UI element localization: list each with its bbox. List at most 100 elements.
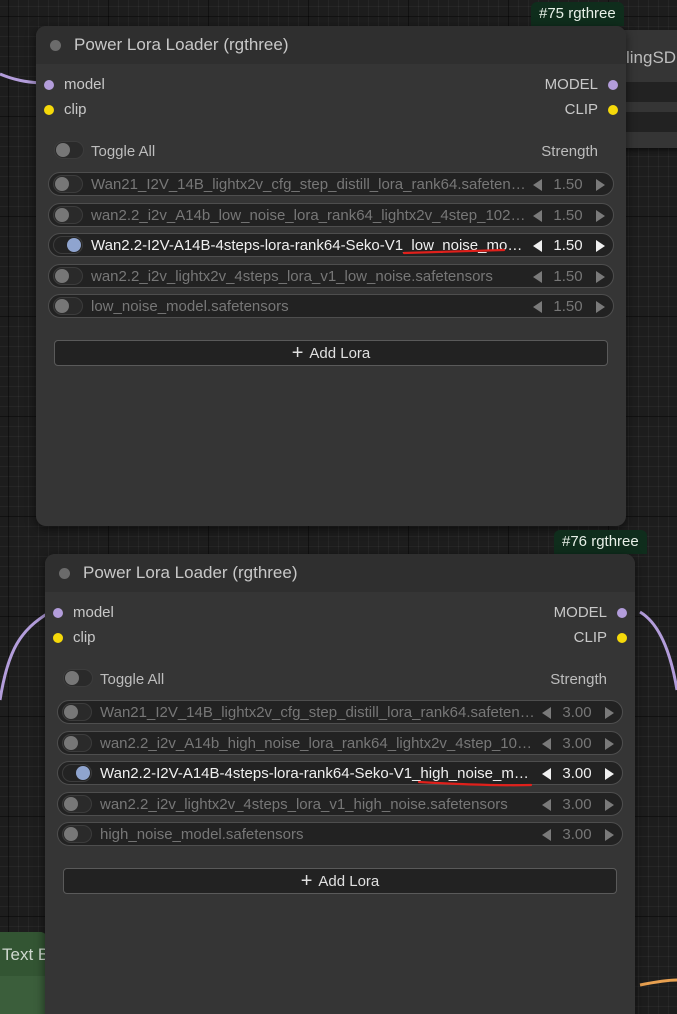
lora-row[interactable]: wan2.2_i2v_lightx2v_4steps_lora_v1_low_n…: [48, 263, 614, 288]
lora-name[interactable]: Wan21_I2V_14B_lightx2v_cfg_step_distill_…: [91, 176, 527, 193]
lora-toggle-switch[interactable]: [53, 205, 83, 224]
lora-toggle-switch[interactable]: [62, 703, 92, 721]
lora-strength-value[interactable]: 1.50: [548, 207, 588, 224]
plus-icon: +: [291, 342, 304, 365]
background-node-widget: [618, 82, 677, 102]
lora-row[interactable]: Wan2.2-I2V-A14B-4steps-lora-rank64-Seko-…: [48, 233, 614, 258]
lora-strength-value[interactable]: 1.50: [548, 298, 588, 315]
toggle-all-label: Toggle All: [100, 671, 165, 688]
lora-toggle-switch[interactable]: [62, 794, 92, 813]
slot-dot-icon: [608, 79, 618, 90]
node-header[interactable]: Power Lora Loader (rgthree): [45, 554, 635, 592]
lora-toggle-switch[interactable]: [53, 297, 83, 316]
decrease-arrow-icon[interactable]: [533, 270, 542, 283]
increase-arrow-icon[interactable]: [605, 768, 614, 781]
toggle-all-switch[interactable]: [63, 669, 93, 687]
input-slot-model[interactable]: model: [53, 600, 114, 625]
output-slot-clip[interactable]: CLIP: [574, 625, 627, 650]
lora-strength-value[interactable]: 3.00: [557, 735, 597, 752]
lora-strength-value[interactable]: 3.00: [557, 796, 597, 813]
lora-toggle-switch[interactable]: [62, 764, 92, 783]
decrease-arrow-icon[interactable]: [533, 240, 542, 253]
input-slot-clip[interactable]: clip: [44, 97, 87, 122]
increase-arrow-icon[interactable]: [605, 707, 614, 719]
lora-row[interactable]: low_noise_model.safetensors 1.50: [48, 294, 614, 319]
lora-strength-value[interactable]: 1.50: [548, 176, 588, 193]
decrease-arrow-icon[interactable]: [533, 209, 542, 222]
node-title: Power Lora Loader (rgthree): [74, 35, 289, 54]
lora-toggle-switch[interactable]: [53, 175, 83, 193]
output-slot-clip[interactable]: CLIP: [565, 97, 618, 122]
collapse-dot-icon[interactable]: [50, 40, 61, 51]
increase-arrow-icon[interactable]: [605, 798, 614, 811]
power-lora-loader-node[interactable]: Power Lora Loader (rgthree) model MODEL …: [45, 554, 635, 1014]
lora-name[interactable]: Wan21_I2V_14B_lightx2v_cfg_step_distill_…: [100, 704, 536, 721]
increase-arrow-icon[interactable]: [605, 829, 614, 842]
toggle-knob: [64, 735, 78, 750]
toggle-all-label: Toggle All: [91, 143, 156, 160]
lora-strength-value[interactable]: 3.00: [557, 704, 597, 721]
input-slot-model[interactable]: model: [44, 72, 105, 97]
add-lora-button[interactable]: + Add Lora: [54, 340, 608, 367]
decrease-arrow-icon[interactable]: [542, 737, 551, 750]
power-lora-loader-node[interactable]: Power Lora Loader (rgthree) model MODEL …: [36, 26, 626, 526]
collapse-dot-icon[interactable]: [59, 568, 70, 579]
lora-toggle-switch[interactable]: [53, 266, 83, 285]
lora-toggle-switch[interactable]: [53, 236, 83, 255]
model-link-75: [0, 72, 41, 85]
add-lora-label: Add Lora: [309, 344, 371, 362]
toggle-knob: [55, 299, 69, 314]
decrease-arrow-icon[interactable]: [542, 798, 551, 811]
node-header[interactable]: Power Lora Loader (rgthree): [36, 26, 626, 64]
lora-row[interactable]: wan2.2_i2v_A14b_low_noise_lora_rank64_li…: [48, 202, 614, 227]
lora-name[interactable]: wan2.2_i2v_A14b_high_noise_lora_rank64_l…: [100, 735, 536, 752]
text-box-node[interactable]: Text B: [0, 932, 48, 1014]
lora-strength-value[interactable]: 3.00: [557, 826, 597, 843]
lora-name[interactable]: high_noise_model.safetensors: [100, 826, 536, 843]
lora-row[interactable]: wan2.2_i2v_A14b_high_noise_lora_rank64_l…: [57, 730, 623, 755]
decrease-arrow-icon[interactable]: [542, 829, 551, 842]
decrease-arrow-icon[interactable]: [533, 179, 542, 191]
lora-row[interactable]: Wan21_I2V_14B_lightx2v_cfg_step_distill_…: [57, 700, 623, 724]
output-slot-model[interactable]: MODEL: [545, 72, 618, 97]
lora-name[interactable]: low_noise_model.safetensors: [91, 298, 527, 315]
lora-strength-value[interactable]: 1.50: [548, 237, 588, 254]
increase-arrow-icon[interactable]: [596, 270, 605, 283]
toggle-all-switch[interactable]: [54, 141, 84, 159]
lora-toggle-switch[interactable]: [62, 825, 92, 844]
input-label: model: [73, 604, 114, 621]
increase-arrow-icon[interactable]: [596, 179, 605, 191]
input-label: clip: [64, 101, 87, 118]
lora-toggle-switch[interactable]: [62, 733, 92, 752]
output-slot-model[interactable]: MODEL: [554, 600, 627, 625]
lora-name[interactable]: wan2.2_i2v_lightx2v_4steps_lora_v1_high_…: [100, 796, 536, 813]
background-node-widget: [618, 112, 677, 132]
add-lora-button[interactable]: + Add Lora: [63, 868, 617, 895]
slot-dot-icon: [44, 79, 54, 90]
decrease-arrow-icon[interactable]: [542, 768, 551, 781]
lora-row[interactable]: high_noise_model.safetensors 3.00: [57, 822, 623, 847]
input-label: model: [64, 76, 105, 93]
strength-header: Strength: [550, 671, 607, 688]
lora-name[interactable]: wan2.2_i2v_A14b_low_noise_lora_rank64_li…: [91, 207, 527, 224]
lora-row[interactable]: wan2.2_i2v_lightx2v_4steps_lora_v1_high_…: [57, 791, 623, 816]
toggle-knob: [55, 207, 69, 222]
input-slot-clip[interactable]: clip: [53, 625, 96, 650]
decrease-arrow-icon[interactable]: [533, 301, 542, 314]
lora-row[interactable]: Wan2.2-I2V-A14B-4steps-lora-rank64-Seko-…: [57, 761, 623, 786]
decrease-arrow-icon[interactable]: [542, 707, 551, 719]
increase-arrow-icon[interactable]: [596, 301, 605, 314]
increase-arrow-icon[interactable]: [596, 209, 605, 222]
other-link: [639, 978, 677, 987]
lora-list: Wan21_I2V_14B_lightx2v_cfg_step_distill_…: [45, 700, 635, 847]
lora-strength-value[interactable]: 1.50: [548, 268, 588, 285]
node-badge: #75 rgthree: [531, 2, 624, 26]
lora-strength-value[interactable]: 3.00: [557, 765, 597, 782]
background-node-title: lingSD: [626, 48, 677, 67]
toggle-knob: [67, 238, 81, 253]
lora-name[interactable]: wan2.2_i2v_lightx2v_4steps_lora_v1_low_n…: [91, 268, 527, 285]
lora-row[interactable]: Wan21_I2V_14B_lightx2v_cfg_step_distill_…: [48, 172, 614, 196]
slot-dot-icon: [44, 104, 54, 115]
increase-arrow-icon[interactable]: [605, 737, 614, 750]
increase-arrow-icon[interactable]: [596, 240, 605, 253]
